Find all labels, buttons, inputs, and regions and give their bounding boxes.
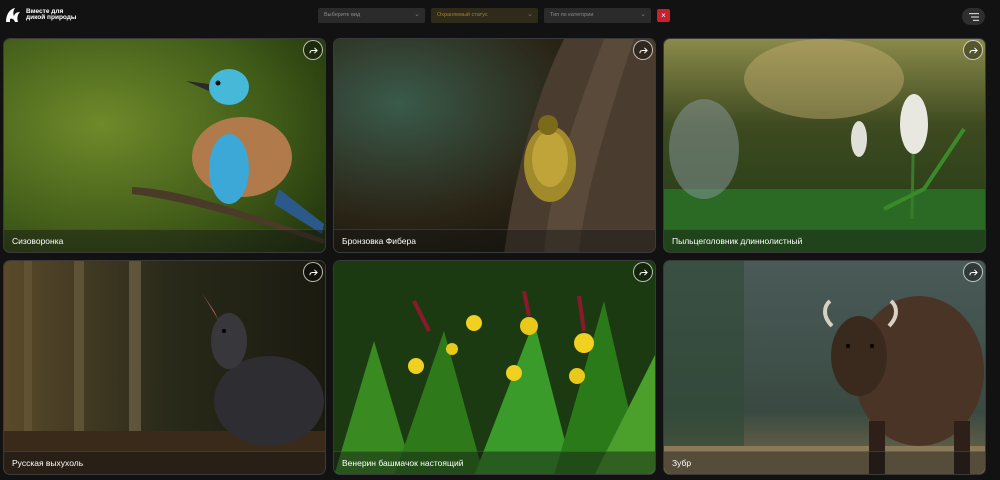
species-select-value: Выберите вид [324,12,361,18]
status-select-value: Охраняемый статус [437,12,488,18]
filter-menu-button[interactable] [962,8,985,25]
top-bar: Вместе для дикой природы Выберите вид ⌄ … [0,0,1000,34]
share-icon [968,46,978,54]
share-button[interactable] [303,40,323,60]
category-select[interactable]: Тип по категории ⌄ [544,8,651,23]
share-icon [968,268,978,276]
species-name: Зубр [664,451,985,474]
share-button[interactable] [633,40,653,60]
species-name: Сизоворонка [4,229,325,252]
share-icon [638,46,648,54]
filter-menu-icon [968,12,979,21]
species-name: Русская выхухоль [4,451,325,474]
species-card[interactable]: Русская выхухоль [3,260,326,475]
status-select[interactable]: Охраняемый статус ⌄ [431,8,538,23]
species-select[interactable]: Выберите вид ⌄ [318,8,425,23]
share-button[interactable] [303,262,323,282]
share-button[interactable] [963,40,983,60]
species-name: Бронзовка Фибера [334,229,655,252]
chevron-down-icon: ⌄ [640,11,646,18]
species-card[interactable]: Сизоворонка [3,38,326,253]
species-photo [4,39,325,252]
chevron-down-icon: ⌄ [414,11,420,18]
logo-text: Вместе для дикой природы [26,7,77,21]
share-icon [308,46,318,54]
species-photo [664,261,985,474]
species-name: Венерин башмачок настоящий [334,451,655,474]
species-card[interactable]: Бронзовка Фибера [333,38,656,253]
species-photo [334,39,655,252]
share-button[interactable] [963,262,983,282]
species-photo [4,261,325,474]
species-card[interactable]: Зубр [663,260,986,475]
filters-bar: Выберите вид ⌄ Охраняемый статус ⌄ Тип п… [318,8,670,23]
species-card[interactable]: Венерин башмачок настоящий [333,260,656,475]
category-select-value: Тип по категории [550,12,594,18]
logo[interactable]: Вместе для дикой природы [4,6,78,24]
species-photo [664,39,985,252]
reset-filters-button[interactable]: × [657,9,670,22]
species-photo [334,261,655,474]
species-card[interactable]: Пыльцеголовник длиннолистный [663,38,986,253]
share-button[interactable] [633,262,653,282]
share-icon [308,268,318,276]
share-icon [638,268,648,276]
logo-icon [6,8,20,22]
species-name: Пыльцеголовник длиннолистный [664,229,985,252]
close-icon: × [661,11,666,20]
chevron-down-icon: ⌄ [527,11,533,18]
